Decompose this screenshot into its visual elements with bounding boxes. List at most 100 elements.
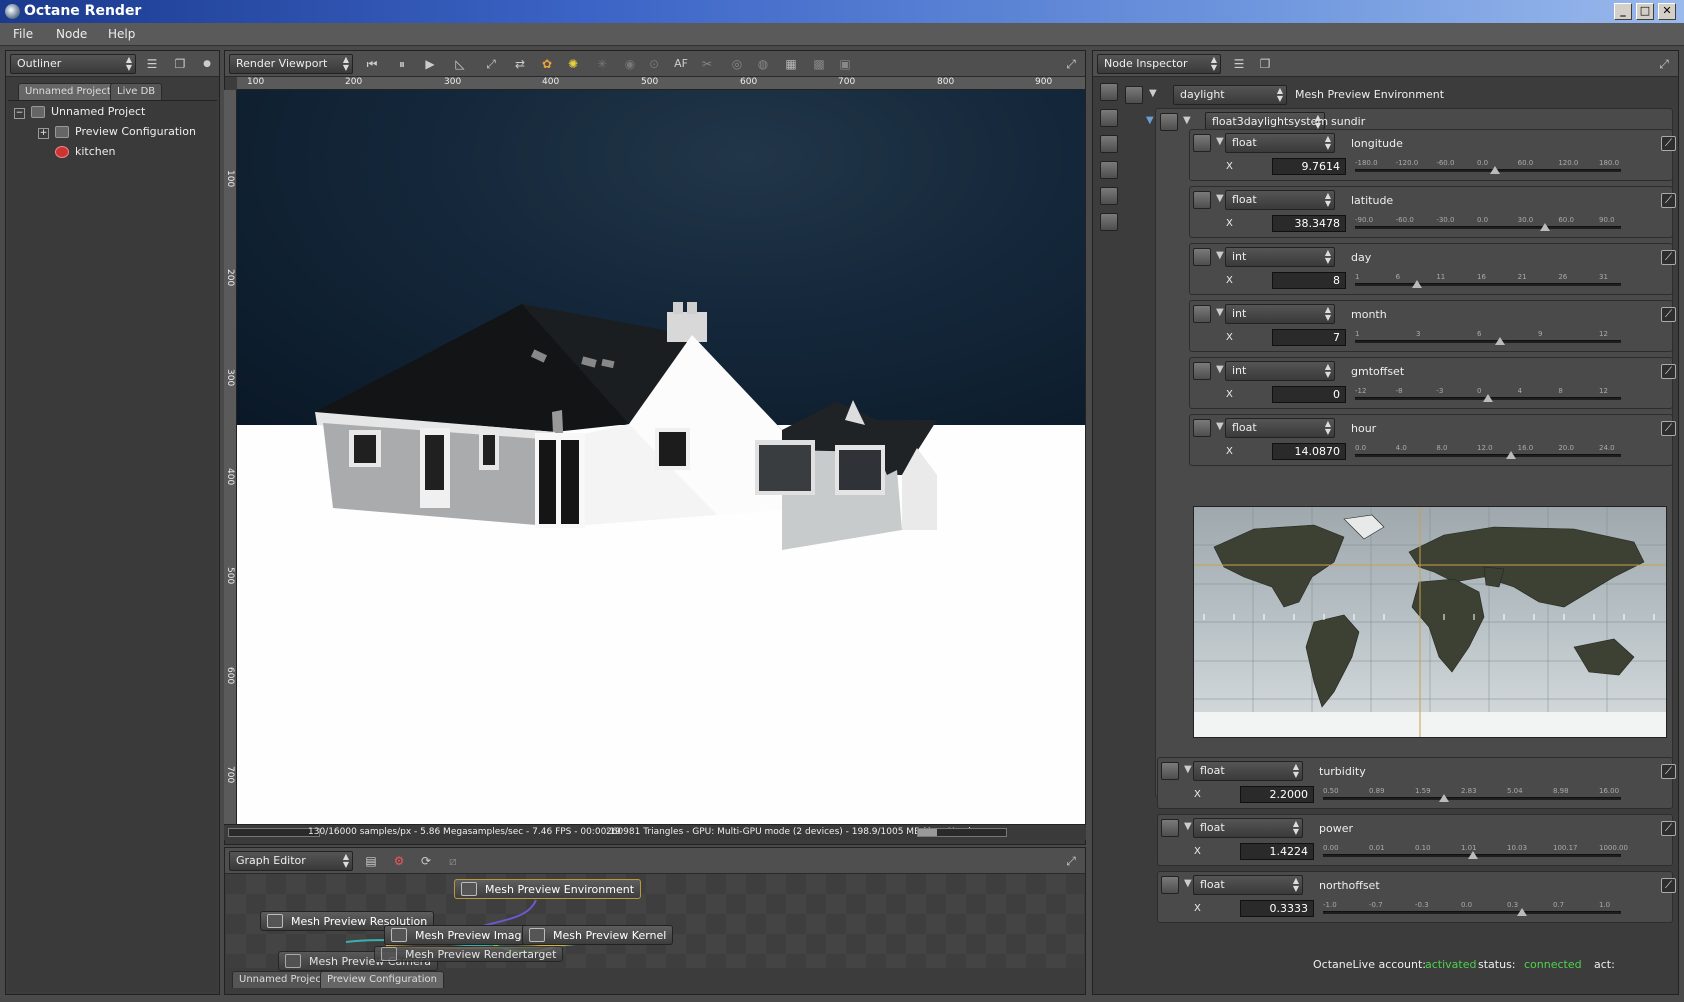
- unlink-icon[interactable]: ⧄: [445, 853, 461, 869]
- outliner-panel-select[interactable]: Outliner ▲ ▼: [10, 54, 136, 74]
- ruler-label: 400: [225, 468, 235, 486]
- node-label: Mesh Preview Rendertarget: [405, 948, 557, 961]
- curve-icon[interactable]: ⟋: [1661, 821, 1676, 836]
- tab-live-db[interactable]: Live DB: [110, 83, 163, 100]
- clipping-icon[interactable]: ✂: [699, 56, 715, 72]
- collapse-tree-icon[interactable]: −: [14, 108, 25, 119]
- updown-arrow-icon: ▲ ▼: [1292, 876, 1299, 893]
- refresh-icon[interactable]: ⟳: [418, 853, 434, 869]
- close-button[interactable]: ✕: [1658, 3, 1676, 20]
- tab-unnamed-project[interactable]: Unnamed Project: [18, 83, 118, 100]
- outliner-tree: − Unnamed Project + Preview Configuration …: [8, 100, 217, 992]
- graph-editor-panel-label: Graph Editor: [236, 854, 306, 867]
- ruler-label: 600: [740, 77, 758, 87]
- menu-bar: File Node Help: [0, 23, 1684, 46]
- float-node-icon[interactable]: [1161, 876, 1179, 894]
- decal-icon[interactable]: ▣: [837, 56, 853, 72]
- slider-tick-label: 1000.00: [1599, 844, 1628, 852]
- updown-arrow-icon: ▲ ▼: [1292, 819, 1299, 836]
- slider-turbidity[interactable]: 0.50 0.89 1.59 2.83 5.04 8.98 16.00: [1323, 786, 1621, 803]
- tree-item-unnamed-project[interactable]: − Unnamed Project: [14, 105, 145, 119]
- expand-triangle-icon[interactable]: ▼: [1184, 764, 1192, 775]
- add-node-icon[interactable]: ▤: [363, 853, 379, 869]
- node-mesh-preview-rendertarget[interactable]: Mesh Preview Rendertarget: [374, 946, 564, 962]
- slider-tick-label: 0.0: [1461, 901, 1473, 909]
- value-field-northoffset[interactable]: 0.3333: [1240, 900, 1314, 917]
- tree-item-kitchen[interactable]: kitchen: [55, 145, 116, 158]
- expand-tree-icon[interactable]: +: [38, 128, 49, 139]
- imager-node-icon: [391, 928, 407, 942]
- clay-mode-icon[interactable]: ◍: [755, 56, 771, 72]
- autofocus-button[interactable]: AF: [671, 56, 691, 72]
- edit-icon[interactable]: ⟋: [1661, 878, 1676, 893]
- float-node-icon[interactable]: [1161, 762, 1179, 780]
- updown-arrow-icon: ▲ ▼: [342, 55, 349, 72]
- title-bar: Octane Render _ □ ✕: [0, 0, 1684, 23]
- add-mesh-icon[interactable]: ⚙: [391, 853, 407, 869]
- project-icon: [31, 106, 45, 118]
- type-select-power[interactable]: float ▲ ▼: [1193, 818, 1303, 838]
- value-field-power[interactable]: 1.4224: [1240, 843, 1314, 860]
- copy-render-icon[interactable]: ⇄: [512, 56, 528, 72]
- expand-triangle-icon[interactable]: ▼: [1184, 878, 1192, 889]
- slider-tick-label: 100.17: [1553, 844, 1578, 852]
- slider-thumb[interactable]: [1516, 908, 1527, 916]
- viewport-panel-select[interactable]: Render Viewport ▲ ▼: [229, 54, 353, 74]
- copy-icon[interactable]: ❐: [172, 56, 188, 72]
- sun-icon[interactable]: ✺: [565, 56, 581, 72]
- material-picker-icon[interactable]: ◉: [622, 56, 638, 72]
- value-field-turbidity[interactable]: 2.2000: [1240, 786, 1314, 803]
- updown-arrow-icon: ▲ ▼: [1292, 762, 1299, 779]
- maximize-panel-icon[interactable]: ⤢: [1063, 853, 1079, 869]
- octane-logo-icon: [5, 4, 20, 19]
- float-node-icon[interactable]: [1161, 819, 1179, 837]
- slider-power[interactable]: 0.00 0.01 0.10 1.01 10.03 100.17 1000.00: [1323, 843, 1628, 860]
- tab-graph-unnamed-project[interactable]: Unnamed Project: [232, 971, 332, 988]
- account-label: OctaneLive account:: [1313, 958, 1426, 971]
- minimize-button[interactable]: _: [1614, 3, 1632, 20]
- pause-icon[interactable]: ⏸: [394, 56, 410, 72]
- window-title: Octane Render: [24, 3, 142, 19]
- menu-help[interactable]: Help: [108, 27, 135, 41]
- curve-icon[interactable]: ⟋: [1661, 764, 1676, 779]
- menu-file[interactable]: File: [13, 27, 33, 41]
- type-select-turbidity[interactable]: float ▲ ▼: [1193, 761, 1303, 781]
- reset-camera-icon[interactable]: ◺: [452, 56, 468, 72]
- menu-node[interactable]: Node: [56, 27, 87, 41]
- pin-icon[interactable]: ●: [199, 56, 215, 72]
- axis-label: X: [1194, 789, 1201, 800]
- graph-editor-panel-select[interactable]: Graph Editor ▲ ▼: [229, 851, 353, 871]
- tab-graph-preview-configuration[interactable]: Preview Configuration: [320, 971, 444, 988]
- restart-render-icon[interactable]: ⏮: [364, 56, 380, 72]
- render-image[interactable]: [237, 90, 1085, 824]
- save-render-icon[interactable]: ✿: [539, 56, 555, 72]
- play-icon[interactable]: ▶: [422, 56, 438, 72]
- node-graph-canvas[interactable]: Mesh Preview Environment Mesh Preview Ca…: [226, 874, 1084, 971]
- node-mesh-preview-imager[interactable]: Mesh Preview Imager: [384, 925, 540, 945]
- ruler-label: 800: [937, 77, 955, 87]
- node-mesh-preview-kernel[interactable]: Mesh Preview Kernel: [522, 925, 674, 945]
- node-mesh-preview-environment[interactable]: Mesh Preview Environment: [454, 879, 642, 899]
- axis-label: X: [1194, 846, 1201, 857]
- autofocus-picker-icon[interactable]: ✳: [594, 56, 610, 72]
- lock-resolution-icon[interactable]: ◎: [729, 56, 745, 72]
- slider-thumb[interactable]: [1468, 851, 1479, 859]
- tree-item-preview-configuration[interactable]: + Preview Configuration: [38, 125, 196, 139]
- render-statusbar: 130/16000 samples/px - 5.86 Megasamples/…: [224, 824, 1086, 840]
- region-render-icon[interactable]: ▦: [783, 56, 799, 72]
- slider-tick-label: 0.89: [1369, 787, 1385, 795]
- collapse-icon[interactable]: ☰: [144, 56, 160, 72]
- resolution-node-icon: [267, 914, 283, 928]
- updown-arrow-icon: ▲ ▼: [342, 852, 349, 869]
- slider-tick-label: 1.0: [1599, 901, 1611, 909]
- maximize-button[interactable]: □: [1636, 3, 1654, 20]
- viewport-panel-label: Render Viewport: [236, 57, 328, 70]
- object-picker-icon[interactable]: ⊙: [646, 56, 662, 72]
- slider-northoffset[interactable]: -1.0 -0.7 -0.3 0.0 0.3 0.7 1.0: [1323, 900, 1621, 917]
- zoom-fit-icon[interactable]: ⤢: [483, 56, 499, 72]
- subsampling-icon[interactable]: ▩: [811, 56, 827, 72]
- type-select-northoffset[interactable]: float ▲ ▼: [1193, 875, 1303, 895]
- expand-triangle-icon[interactable]: ▼: [1184, 821, 1192, 832]
- maximize-panel-icon[interactable]: ⤢: [1063, 56, 1079, 72]
- slider-thumb[interactable]: [1438, 794, 1449, 802]
